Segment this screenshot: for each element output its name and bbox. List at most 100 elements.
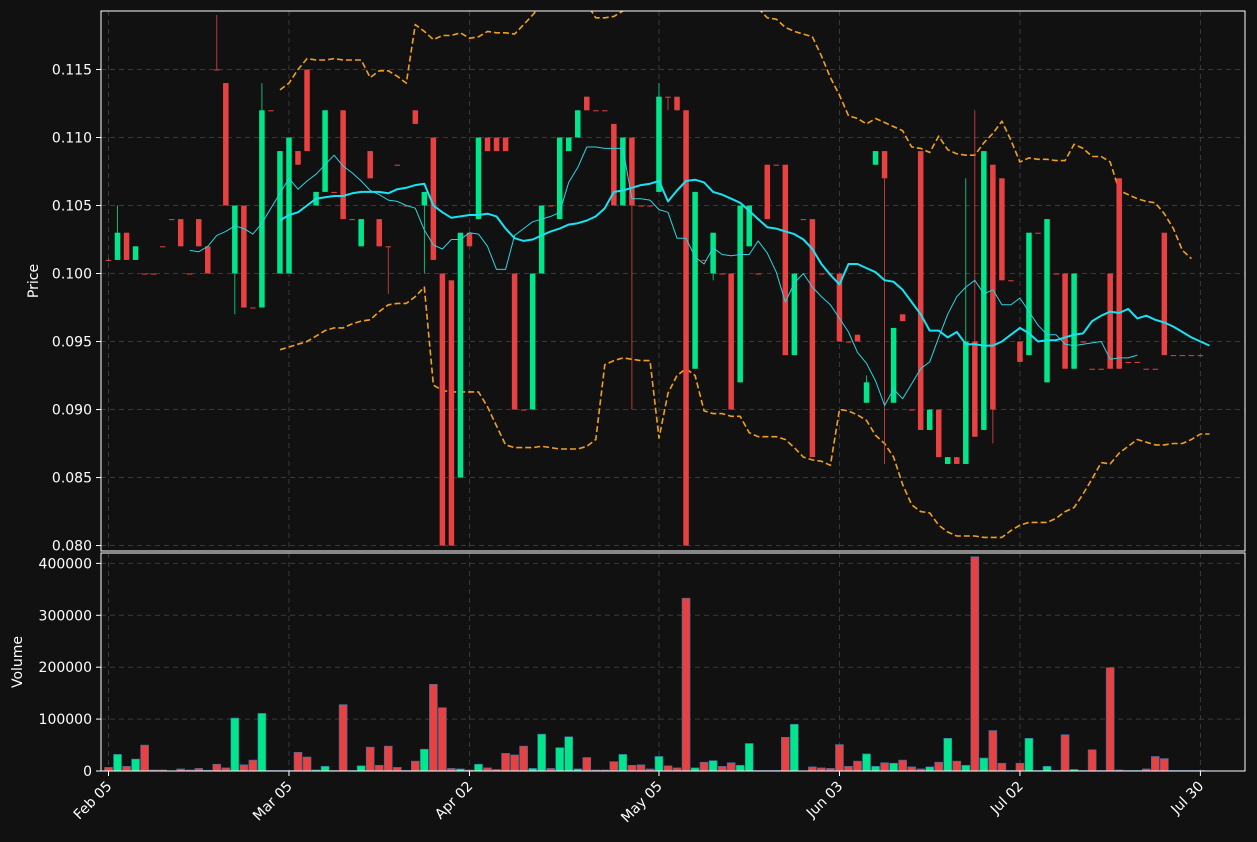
volume-bar: [1105, 667, 1115, 772]
volume-bar: [853, 760, 862, 772]
candle-body: [972, 341, 978, 437]
volume-bar: [537, 733, 546, 772]
volume-bar: [420, 748, 429, 772]
price-tick-label: 0.095: [52, 335, 92, 351]
candle-body: [638, 205, 644, 207]
x-tick-label: May 05: [618, 779, 666, 827]
volume-bar: [907, 766, 916, 772]
price-tick-label: 0.085: [52, 471, 92, 487]
volume-bar: [997, 762, 1007, 772]
candle-body: [1062, 273, 1068, 369]
candle-body: [529, 273, 536, 410]
candle-body: [575, 110, 581, 138]
candle-body: [286, 137, 292, 274]
candle-body: [1170, 355, 1177, 357]
volume-bar: [320, 766, 330, 772]
candle-body: [917, 151, 924, 430]
volume-bar: [862, 753, 871, 772]
candle-body: [394, 164, 401, 166]
volume-bar: [392, 767, 402, 772]
volume-bar: [1160, 758, 1169, 772]
candle-body: [385, 246, 391, 248]
candle-body: [358, 219, 364, 247]
candle-body: [105, 259, 112, 261]
candle-body: [150, 273, 157, 275]
candle-body: [502, 137, 509, 152]
candle-body: [259, 110, 265, 308]
volume-bar: [438, 707, 447, 772]
candle-body: [1116, 178, 1122, 369]
candle-body: [881, 151, 888, 179]
candle-body: [1035, 232, 1041, 234]
volume-bar: [230, 717, 240, 772]
candle-body: [114, 232, 121, 260]
price-axis-label: Price: [26, 264, 42, 298]
candle-body: [1134, 361, 1141, 363]
candle-body: [710, 232, 716, 274]
candle-body: [277, 151, 283, 274]
candle-body: [421, 191, 428, 206]
volume-tick-label: 100000: [39, 712, 92, 728]
candle-body: [1089, 368, 1095, 370]
volume-bar: [383, 745, 393, 772]
candle-body: [1152, 368, 1159, 370]
candle-body: [674, 96, 680, 111]
price-tick-label: 0.080: [52, 539, 92, 555]
volume-bar: [501, 753, 510, 772]
volume-bar: [338, 704, 348, 772]
candle-body: [809, 219, 816, 458]
volume-bar: [564, 736, 574, 772]
chart-svg: 0.080 0.085 0.090 0.095 0.100 0.105 0.110 0.115…: [10, 10, 1246, 827]
x-tick-label: Jul 02: [987, 779, 1027, 819]
volume-bar: [717, 766, 727, 772]
x-tick-label: Mar 05: [250, 779, 296, 825]
candle-body: [439, 273, 446, 546]
candle-body: [683, 110, 689, 546]
candle-body: [475, 137, 482, 220]
volume-bar: [708, 760, 718, 772]
volume-bar: [1015, 762, 1025, 772]
candle-body: [764, 164, 771, 220]
volume-bar: [1087, 749, 1097, 772]
volume-bar: [113, 754, 122, 772]
volume-bar: [744, 743, 754, 772]
candle-body: [1098, 368, 1104, 370]
candle-body: [250, 307, 256, 309]
volume-bar: [411, 760, 420, 772]
candle-body: [295, 151, 301, 165]
candle-body: [773, 164, 780, 166]
candle-body: [322, 110, 328, 192]
x-tick-label: Jun 03: [803, 779, 846, 822]
candle-body: [232, 205, 238, 274]
volume-bar: [790, 723, 799, 772]
candle-body: [782, 164, 789, 356]
candle-body: [376, 219, 382, 247]
volume-bar: [735, 764, 745, 772]
candle-body: [1071, 273, 1077, 369]
volume-bar: [510, 754, 519, 772]
volume-bar: [880, 762, 889, 772]
volume-bar: [961, 764, 971, 772]
x-axis-ticks: Feb 05 Mar 05 Apr 02 May 05 Jun 03 Jul 02 Jul …: [71, 771, 1208, 827]
candle-body: [656, 96, 662, 192]
x-tick-label: Jul 30: [1168, 779, 1208, 819]
candle-body: [1044, 219, 1050, 383]
candle-body: [159, 246, 166, 248]
x-tick-label: Apr 02: [432, 779, 476, 823]
volume-bar: [582, 757, 592, 772]
volume-bar: [943, 737, 953, 772]
candle-body: [584, 96, 590, 111]
candle-body: [818, 273, 825, 275]
volume-bar: [618, 754, 628, 772]
volume-bar: [1024, 737, 1034, 772]
volume-bar: [898, 759, 907, 772]
volume-tick-label: 200000: [39, 660, 92, 676]
volume-bar: [239, 764, 249, 772]
candle-body: [132, 246, 139, 260]
candle-body: [602, 110, 608, 112]
candle-body: [908, 409, 915, 411]
candle-body: [1188, 355, 1195, 357]
volume-tick-label: 300000: [39, 608, 92, 624]
candle-body: [367, 151, 373, 179]
candle-body: [728, 273, 734, 410]
